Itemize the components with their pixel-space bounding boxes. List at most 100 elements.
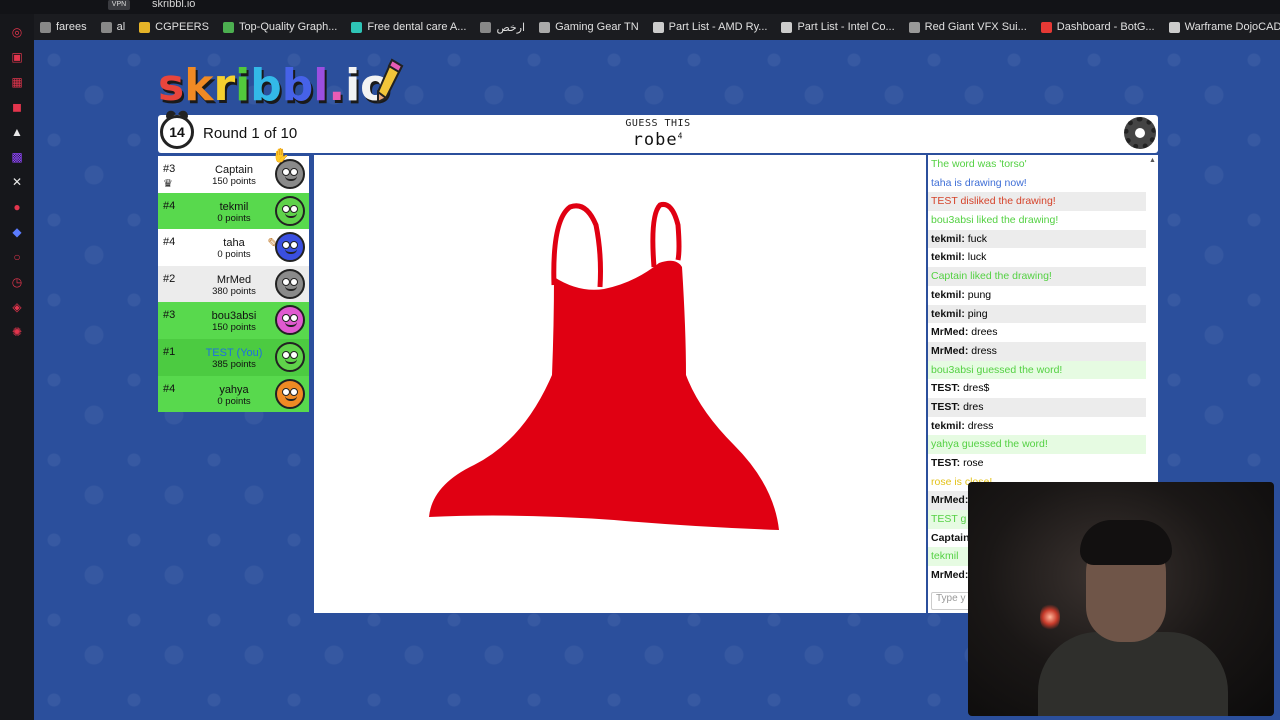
chat-message: tekmil: luck xyxy=(928,248,1146,267)
bookmark-icon xyxy=(908,21,920,33)
bookmark-item[interactable]: Red Giant VFX Sui... xyxy=(908,21,1027,33)
player-points: 0 points xyxy=(217,395,251,407)
settings-icon[interactable]: ✺ xyxy=(10,325,24,339)
player-rank: #2 xyxy=(163,272,176,285)
logo-letter: i xyxy=(235,60,251,111)
bookmark-item[interactable]: CGPEERS xyxy=(139,21,209,33)
player-row[interactable]: #4 tekmil 0 points xyxy=(158,192,309,230)
player-rank: #4 xyxy=(163,236,176,249)
twitch-icon[interactable]: ▩ xyxy=(10,150,24,164)
avatar-eye xyxy=(290,387,298,396)
bookmark-icon xyxy=(1040,21,1052,33)
music-icon[interactable]: ◼ xyxy=(10,100,24,114)
bookmark-item[interactable]: farees xyxy=(40,21,87,33)
chat-text: yahya guessed the word! xyxy=(931,438,1048,451)
chat-message: MrMed: drees xyxy=(928,323,1146,342)
drawing-dress xyxy=(429,201,779,530)
bookmark-label: Red Giant VFX Sui... xyxy=(924,21,1027,33)
word-text: robe xyxy=(632,130,678,150)
avatar-eye xyxy=(282,314,290,323)
skribbl-logo: skribbl.io xyxy=(158,62,390,110)
bookmark-label: farees xyxy=(56,21,87,33)
avatar-mouth xyxy=(285,396,297,401)
chat-author: TEST: xyxy=(931,400,961,413)
chat-author: TEST: xyxy=(931,382,961,395)
logo-letter: r xyxy=(213,60,236,111)
bookmark-item[interactable]: Free dental care A... xyxy=(351,21,466,33)
player-row[interactable]: #1 TEST (You) 385 points xyxy=(158,338,309,376)
chat-text: dres$ xyxy=(960,382,990,395)
logo-letter: b xyxy=(281,60,314,111)
player-avatar xyxy=(275,195,305,226)
x-icon[interactable]: ✕ xyxy=(10,175,24,189)
player-list: #3 ♛ Captain 150 points #4 tekmil 0 points #4 ta… xyxy=(158,156,309,413)
chat-message: bou3absi guessed the word! xyxy=(928,360,1146,380)
bookmark-icon xyxy=(139,21,151,33)
player-avatar xyxy=(275,232,305,263)
player-points: 0 points xyxy=(217,249,251,261)
address-bar[interactable]: skribbl.io xyxy=(152,0,195,10)
shopping-icon[interactable]: ▣ xyxy=(10,50,24,64)
bookmark-item[interactable]: Top-Quality Graph... xyxy=(222,21,337,33)
bookmark-item[interactable]: Gaming Gear TN xyxy=(539,21,639,33)
player-avatar xyxy=(275,378,305,409)
bookmark-icon xyxy=(351,21,363,33)
player-rank: #3 xyxy=(163,163,176,175)
chat-text: fuck xyxy=(964,232,988,245)
word-length: 4 xyxy=(677,131,684,141)
bookmark-label: Gaming Gear TN xyxy=(555,21,639,33)
player-name: TEST (You) xyxy=(205,346,263,359)
player-rank: #4 xyxy=(163,199,176,212)
player-row[interactable]: #4 yahya 0 points xyxy=(158,375,309,413)
chat-author: tekmil: xyxy=(931,307,965,320)
chat-text: bou3absi guessed the word! xyxy=(931,363,1063,376)
chat-message: tekmil: pung xyxy=(928,286,1146,305)
bookmark-item[interactable]: al xyxy=(100,21,125,33)
player-avatar xyxy=(275,268,305,299)
bookmark-item[interactable]: ارخص xyxy=(480,21,525,34)
bookmark-icon xyxy=(40,21,51,33)
cube-icon[interactable]: ◈ xyxy=(10,300,24,314)
settings-gear-icon[interactable] xyxy=(1124,117,1156,149)
bookmark-item[interactable]: Dashboard - BotG... xyxy=(1040,21,1155,33)
background-light xyxy=(1040,602,1060,632)
avatar-eye xyxy=(290,204,298,213)
chat-message: taha is drawing now! xyxy=(928,174,1146,193)
guess-label: GUESS THIS xyxy=(625,118,691,129)
player-rank: #4 xyxy=(163,382,176,395)
chat-message: TEST disliked the drawing! xyxy=(928,192,1146,212)
gx-icon[interactable]: ▦ xyxy=(10,75,24,89)
avatar-eye xyxy=(282,204,290,213)
bookmark-item[interactable]: Warframe DojoCAD xyxy=(1168,21,1280,33)
chat-text: bou3absi liked the drawing! xyxy=(931,214,1059,227)
bookmark-label: Dashboard - BotG... xyxy=(1056,21,1155,33)
player-row[interactable]: #3 bou3absi 150 points xyxy=(158,302,309,339)
player-row[interactable]: #2 MrMed 380 points xyxy=(158,265,309,303)
shield-icon[interactable]: ◆ xyxy=(10,225,24,239)
chat-message: The word was 'torso' xyxy=(928,155,1146,174)
yt-icon[interactable]: ● xyxy=(10,200,24,214)
player-points: 150 points xyxy=(212,176,256,187)
player-name: bou3absi xyxy=(211,310,257,323)
chat-message: tekmil: ping xyxy=(928,304,1146,324)
player-name: tekmil xyxy=(219,200,249,213)
opera-icon[interactable]: ◎ xyxy=(10,25,24,39)
drawing-canvas[interactable] xyxy=(314,155,926,613)
player-points: 0 points xyxy=(217,212,251,224)
bookmark-item[interactable]: Part List - Intel Co... xyxy=(781,21,895,33)
vpn-badge[interactable]: VPN xyxy=(108,0,130,10)
avatar-eye xyxy=(290,277,298,286)
avatar-mouth xyxy=(285,286,297,291)
avatar-eye xyxy=(282,350,290,359)
bookmark-icon xyxy=(100,21,112,33)
avatar-eye xyxy=(290,350,298,359)
circle-icon[interactable]: ○ xyxy=(10,250,24,264)
arrow-icon[interactable]: ▲ xyxy=(10,125,24,139)
chat-text: The word was 'torso' xyxy=(931,158,1027,170)
bookmark-item[interactable]: Part List - AMD Ry... xyxy=(652,21,767,33)
clock-icon[interactable]: ◷ xyxy=(10,275,24,289)
player-row[interactable]: #4 taha 0 points ✎ xyxy=(158,229,309,266)
player-points: 380 points xyxy=(212,285,256,297)
chat-text: ping xyxy=(964,307,988,320)
logo-letter: s xyxy=(158,60,185,111)
